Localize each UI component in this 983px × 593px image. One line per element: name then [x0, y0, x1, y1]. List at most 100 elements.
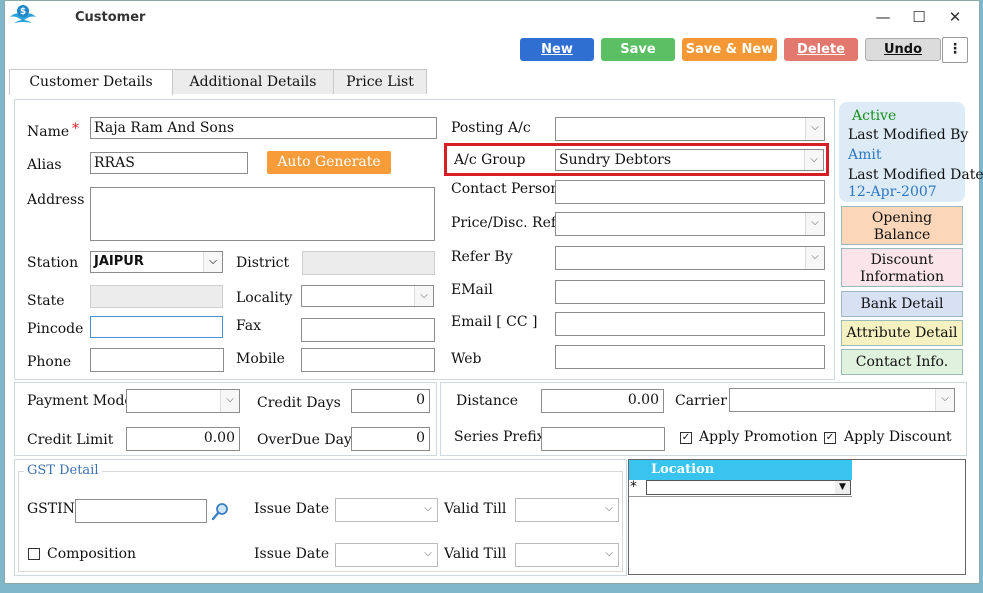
opening-balance-line1: Opening — [871, 210, 933, 226]
composition-checkbox[interactable] — [28, 548, 40, 560]
search-icon[interactable] — [210, 502, 230, 522]
phone-label: Phone — [27, 354, 72, 370]
valid-till-label-2: Valid Till — [444, 546, 507, 562]
pincode-label: Pincode — [27, 321, 84, 337]
pincode-field[interactable] — [90, 316, 223, 338]
email-field[interactable] — [555, 280, 825, 304]
distance-field[interactable]: 0.00 — [541, 389, 664, 413]
app-logo-icon: $ — [10, 5, 36, 23]
price-disc-ref-label: Price/Disc. Ref. — [451, 215, 561, 231]
payment-mode-select[interactable]: ⌵ — [126, 389, 240, 413]
close-icon[interactable]: ✕ — [940, 6, 970, 28]
payment-mode-label: Payment Mode — [27, 393, 133, 409]
chevron-down-icon[interactable]: ⌵ — [414, 286, 433, 306]
carrier-select[interactable]: ⌵ — [729, 388, 955, 412]
locality-select[interactable]: ⌵ — [301, 285, 434, 307]
posting-ac-label: Posting A/c — [451, 120, 531, 136]
series-prefix-label: Series Prefix — [454, 429, 545, 445]
state-field — [90, 285, 223, 308]
posting-ac-select[interactable]: ⌵ — [555, 117, 825, 141]
price-disc-ref-select[interactable]: ⌵ — [555, 212, 825, 236]
locality-label: Locality — [236, 290, 293, 306]
maximize-icon[interactable]: ☐ — [904, 6, 934, 28]
last-modified-by-label: Last Modified By — [848, 127, 969, 143]
chevron-down-icon[interactable]: ⌵ — [600, 499, 618, 521]
issue-date-select-2[interactable]: ⌵ — [335, 543, 438, 567]
bank-detail-button[interactable]: Bank Detail — [841, 291, 963, 317]
station-value: JAIPUR — [94, 254, 144, 269]
mobile-label: Mobile — [236, 351, 285, 367]
ac-group-label: A/c Group — [454, 152, 526, 168]
apply-discount-checkbox[interactable]: ✓ — [824, 432, 836, 444]
opening-balance-button[interactable]: Opening Balance — [841, 206, 963, 245]
alias-field[interactable]: RRAS — [90, 152, 248, 174]
chevron-down-icon[interactable]: ⌵ — [220, 390, 239, 412]
delete-button[interactable]: Delete — [784, 38, 858, 61]
chevron-down-icon[interactable]: ⌵ — [805, 247, 824, 269]
issue-date-label-1: Issue Date — [254, 501, 330, 517]
station-select[interactable]: JAIPUR ⌵ — [90, 251, 223, 273]
email-cc-field[interactable] — [555, 312, 825, 336]
undo-button[interactable]: Undo — [865, 38, 941, 61]
tab-additional-details[interactable]: Additional Details — [172, 69, 334, 94]
location-column-header[interactable]: Location — [629, 460, 852, 480]
gstin-field[interactable] — [75, 499, 207, 523]
district-field — [302, 251, 435, 275]
chevron-down-icon[interactable]: ⌵ — [203, 252, 222, 272]
valid-till-select-2[interactable]: ⌵ — [515, 543, 619, 567]
refer-by-select[interactable]: ⌵ — [555, 246, 825, 270]
new-button[interactable]: New — [520, 38, 594, 61]
name-field[interactable]: Raja Ram And Sons — [90, 117, 437, 139]
composition-label: Composition — [47, 546, 137, 562]
chevron-down-icon[interactable]: ⌵ — [419, 499, 437, 521]
address-field[interactable] — [90, 187, 435, 241]
contact-person-label: Contact Person — [451, 181, 560, 197]
mobile-field[interactable] — [301, 348, 435, 372]
valid-till-label-1: Valid Till — [444, 501, 507, 517]
web-label: Web — [451, 351, 482, 367]
chevron-down-icon[interactable]: ▼ — [835, 481, 850, 494]
district-label: District — [236, 255, 290, 271]
chevron-down-icon[interactable]: ⌵ — [805, 118, 824, 140]
credit-limit-label: Credit Limit — [27, 432, 114, 448]
overdue-days-field[interactable]: 0 — [351, 427, 430, 451]
chevron-down-icon[interactable]: ⌵ — [805, 213, 824, 235]
tab-price-list[interactable]: Price List — [333, 69, 427, 94]
discount-information-button[interactable]: Discount Information — [841, 248, 963, 287]
series-prefix-field[interactable] — [541, 427, 665, 451]
web-field[interactable] — [555, 345, 825, 369]
minimize-icon[interactable]: — — [868, 6, 898, 28]
ac-group-select[interactable]: Sundry Debtors ⌵ — [555, 149, 824, 171]
valid-till-select-1[interactable]: ⌵ — [515, 498, 619, 522]
address-label: Address — [27, 192, 85, 208]
ac-group-value: Sundry Debtors — [559, 152, 672, 168]
gstin-label: GSTIN — [27, 501, 75, 517]
more-options-icon[interactable]: ⋮ — [942, 37, 968, 63]
chevron-down-icon[interactable]: ⌵ — [600, 544, 618, 566]
credit-days-field[interactable]: 0 — [351, 389, 430, 413]
contact-info-button[interactable]: Contact Info. — [841, 349, 963, 375]
chevron-down-icon[interactable]: ⌵ — [804, 150, 823, 170]
attribute-detail-button[interactable]: Attribute Detail — [841, 320, 963, 346]
save-button[interactable]: Save — [601, 38, 675, 61]
apply-promotion-checkbox[interactable]: ✓ — [680, 432, 692, 444]
chevron-down-icon[interactable]: ⌵ — [935, 389, 954, 411]
window-title: Customer — [75, 10, 146, 25]
credit-limit-field[interactable]: 0.00 — [126, 427, 240, 451]
contact-person-field[interactable] — [555, 180, 825, 204]
location-cell-select[interactable]: ▼ — [646, 480, 851, 495]
gst-detail-title: GST Detail — [24, 463, 102, 478]
apply-discount-label: Apply Discount — [844, 429, 952, 445]
phone-field[interactable] — [90, 348, 224, 372]
fax-field[interactable] — [301, 318, 435, 342]
save-and-new-button[interactable]: Save & New — [682, 38, 777, 61]
tab-customer-details[interactable]: Customer Details — [9, 69, 173, 95]
name-label: Name — [27, 124, 70, 140]
issue-date-select-1[interactable]: ⌵ — [335, 498, 438, 522]
station-label: Station — [27, 255, 79, 271]
last-modified-date-label: Last Modified Date — [848, 167, 983, 183]
auto-generate-button[interactable]: Auto Generate — [267, 151, 391, 174]
opening-balance-line2: Balance — [873, 227, 931, 243]
discount-information-line1: Discount — [870, 252, 934, 268]
chevron-down-icon[interactable]: ⌵ — [419, 544, 437, 566]
